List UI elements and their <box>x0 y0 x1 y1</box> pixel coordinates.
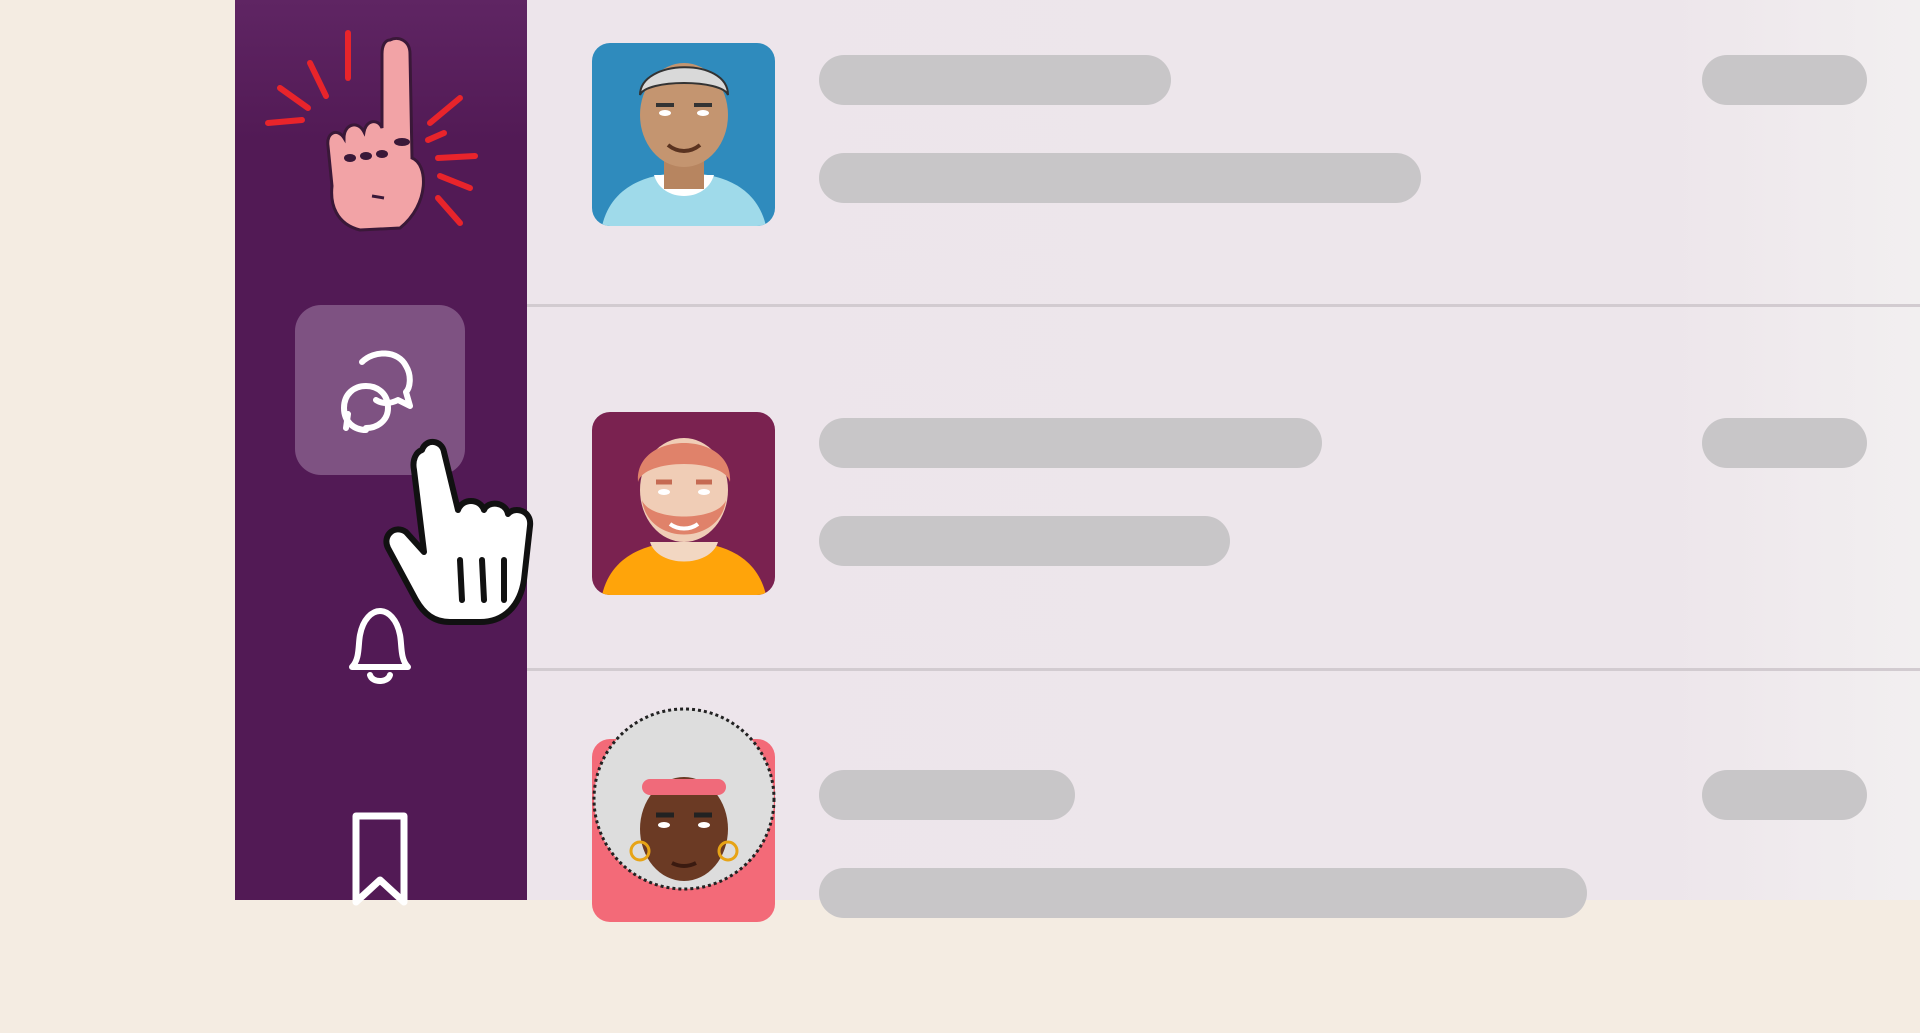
message-preview-placeholder <box>819 153 1421 203</box>
conversation-icon <box>341 350 413 433</box>
sender-name-placeholder <box>819 418 1322 468</box>
man-red-beard-purple-bg-avatar <box>592 412 775 595</box>
message-preview-placeholder <box>819 868 1587 918</box>
message-list <box>527 0 1920 922</box>
timestamp-placeholder <box>1702 770 1867 820</box>
page-background <box>0 0 235 900</box>
list-item[interactable] <box>527 307 1920 669</box>
timestamp-placeholder <box>1702 55 1867 105</box>
timestamp-placeholder <box>1702 418 1867 468</box>
man-short-gray-hair-blue-bg-avatar <box>592 43 775 226</box>
sender-name-placeholder <box>819 55 1171 105</box>
message-preview-placeholder <box>819 516 1230 566</box>
sidebar-item-saved[interactable] <box>295 770 465 940</box>
raised-finger-hand-icon <box>265 30 478 232</box>
bookmark-icon <box>352 812 408 906</box>
sender-name-placeholder <box>819 770 1075 820</box>
hand-pointer-cursor-icon <box>383 439 534 625</box>
list-item[interactable] <box>527 671 1920 1033</box>
woman-afro-headband-pink-bg-avatar <box>592 707 776 922</box>
